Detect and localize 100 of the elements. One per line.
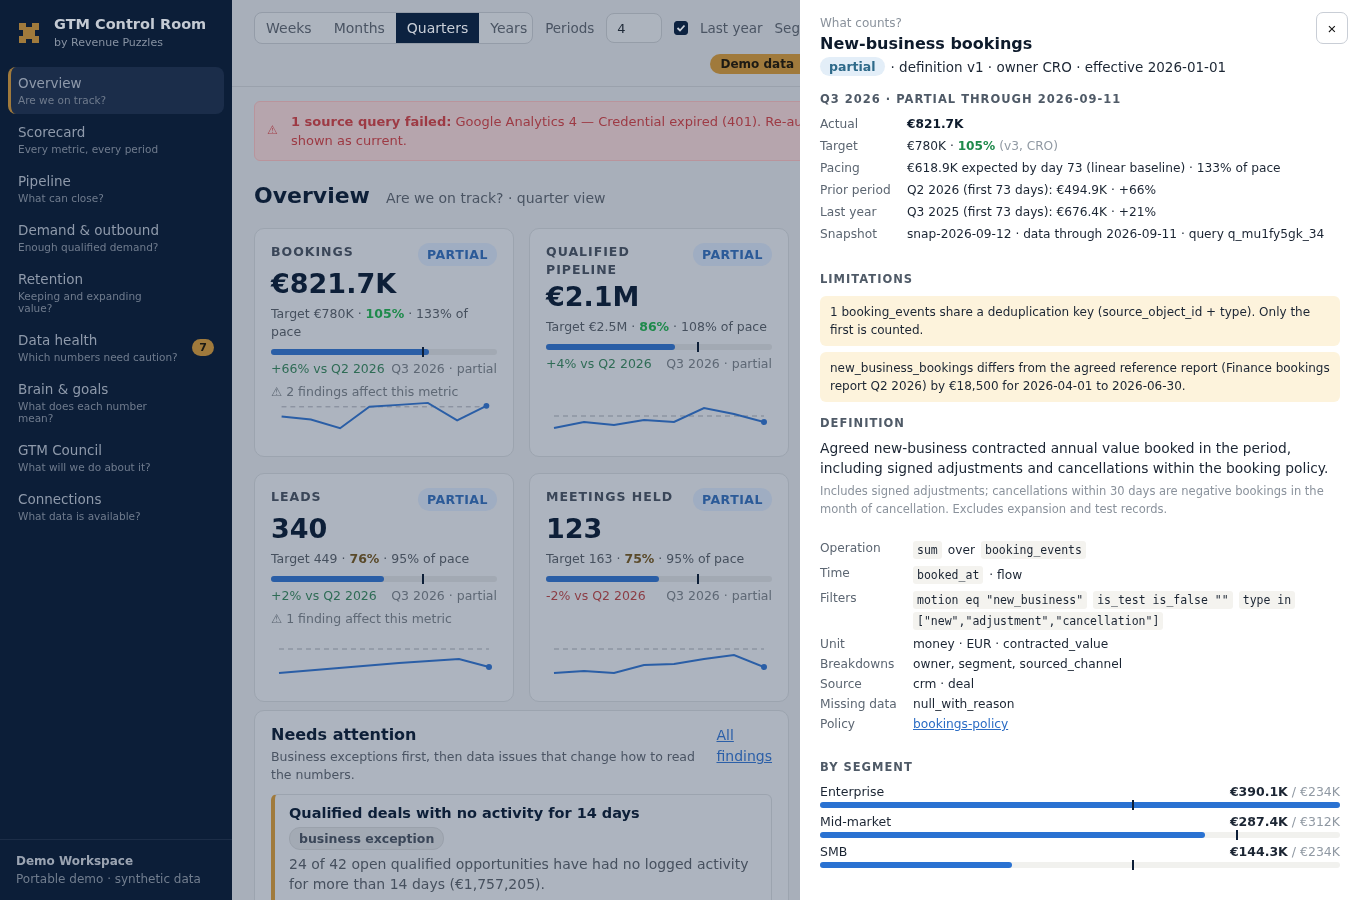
segment-name: Enterprise xyxy=(820,784,885,799)
nav-label: Brain & goals xyxy=(18,381,110,397)
fact-label: Prior period xyxy=(820,182,892,198)
fact-label: Pacing xyxy=(820,160,861,176)
definition-text: Agreed new-business contracted annual value booked in the period, including signed adjustments and cancellations within the booking policy. xyxy=(820,439,1330,478)
metric-label: QUALIFIED PIPELINE xyxy=(546,243,631,279)
segment-value: €390.1K / €234K xyxy=(1229,784,1340,799)
nav-item[interactable]: Brain & goals What does each number mean? xyxy=(8,373,224,432)
definition-label: Source xyxy=(820,676,863,692)
section-subtitle: Business exceptions first, then data issues that change how to read the numbers. xyxy=(271,748,696,784)
count-badge: 7 xyxy=(192,339,214,356)
nav-label: Connections xyxy=(18,491,103,507)
section-title: Needs attention xyxy=(271,725,418,744)
metric-value: €2.1M xyxy=(546,281,641,312)
definition-value: null_with_reason xyxy=(913,697,1015,711)
periods-field[interactable]: 4 xyxy=(606,13,663,43)
nav-subtitle: Which numbers need caution? xyxy=(18,351,178,363)
target-text: Target €780K · 105% · 133% of pace xyxy=(271,305,469,341)
nav-subtitle: What does each number mean? xyxy=(18,400,148,424)
nav-item[interactable]: Data health Which numbers need caution? 7 xyxy=(8,324,224,371)
nav-label: GTM Council xyxy=(18,442,103,458)
last-year-checkbox[interactable] xyxy=(674,21,688,35)
code-token: sum xyxy=(913,541,942,559)
finding-note: ⚠ 2 findings affect this metric xyxy=(271,383,460,399)
segment-value: €287.4K / €312K xyxy=(1229,814,1340,829)
finding-tag: business exception xyxy=(289,827,445,850)
code-token: booked_at xyxy=(913,566,984,584)
finding-text: 24 of 42 open qualified opportunities have had no logged activity for more than 14 days (€1,757,205). xyxy=(289,855,750,894)
definition-note: Includes signed adjustments; cancellations within 30 days are negative bookings in the month of cancellation. Excludes expansion and test records. xyxy=(820,483,1325,518)
policy-link[interactable]: bookings-policy xyxy=(913,717,1009,731)
metric-card[interactable]: LEADS PARTIAL 340 Target 449 · 76% · 95% of pace +2% vs Q2 2026 Q3 2026 · partial ⚠ 1 finding affect this metric xyxy=(254,473,514,702)
nav-item[interactable]: GTM Council What will we do about it? xyxy=(8,434,224,481)
definition-label: Time xyxy=(820,565,851,582)
status-badge: PARTIAL xyxy=(417,243,497,266)
drawer-eyebrow: What counts? xyxy=(820,16,902,30)
definition-label: Operation xyxy=(820,540,882,557)
definition-value: crm · deal xyxy=(913,677,975,691)
metric-card[interactable]: MEETINGS HELD PARTIAL 123 Target 163 · 75% · 95% of pace -2% vs Q2 2026 Q3 2026 · partial xyxy=(529,473,789,702)
code-token: motion eq "new_business" xyxy=(913,591,1088,609)
definition-label: Policy xyxy=(820,716,857,732)
nav-item[interactable]: Retention Keeping and expanding value? xyxy=(8,263,224,322)
periods-label: Periods xyxy=(545,20,595,36)
section-heading: LIMITATIONS xyxy=(820,272,915,286)
nav-item[interactable]: Connections What data is available? xyxy=(8,483,224,530)
granularity-tab[interactable]: Weeks xyxy=(255,13,323,43)
all-findings-link[interactable]: All findings xyxy=(716,725,772,784)
definition-meta: · definition v1 · owner CRO · effective 2026-01-01 xyxy=(890,58,1227,75)
fact-value: €821.7K xyxy=(907,116,965,132)
fact-label: Last year xyxy=(820,204,878,220)
definition-value: · flow xyxy=(989,568,1023,582)
puzzle-logo-icon xyxy=(18,20,40,45)
segment-label: Seg xyxy=(774,20,800,36)
demo-data-badge: Demo data xyxy=(710,54,800,74)
delta-text: -2% vs Q2 2026 xyxy=(546,588,646,603)
nav-label: Retention xyxy=(18,271,85,287)
fact-value: €618.9K expected by day 73 (linear baseline) · 133% of pace xyxy=(907,160,1282,176)
workspace-subtitle: Portable demo · synthetic data xyxy=(16,872,202,886)
metric-value: 123 xyxy=(546,513,604,544)
nav-label: Data health xyxy=(18,332,99,348)
fact-label: Snapshot xyxy=(820,226,878,242)
definition-label: Filters xyxy=(820,590,858,607)
app-subtitle: by Revenue Puzzles xyxy=(54,36,164,49)
definition-label: Breakdowns xyxy=(820,656,896,672)
fact-value: Q3 2025 (first 73 days): €676.4K · +21% xyxy=(907,204,1157,220)
delta-text: +2% vs Q2 2026 xyxy=(271,588,377,603)
app-title: GTM Control Room xyxy=(54,16,207,32)
granularity-tab[interactable]: Years xyxy=(479,13,533,43)
period-text: Q3 2026 · partial xyxy=(666,588,772,603)
fact-value: €780K · 105% (v3, CRO) xyxy=(907,138,1059,154)
page-subtitle: Are we on track? · quarter view xyxy=(385,190,606,206)
nav-subtitle: What can close? xyxy=(18,192,104,204)
nav-subtitle: Keeping and expanding value? xyxy=(18,290,143,314)
metric-value: €821.7K xyxy=(271,268,398,299)
target-text: Target €2.5M · 86% · 108% of pace xyxy=(546,318,768,336)
drawer-title: New-business bookings xyxy=(820,34,1034,53)
page-title: Overview xyxy=(254,183,370,208)
finding-title: Qualified deals with no activity for 14 days xyxy=(289,805,641,821)
status-badge: PARTIAL xyxy=(417,488,497,511)
fact-label: Target xyxy=(820,138,859,154)
metric-value: 340 xyxy=(271,513,329,544)
segment-name: Mid-market xyxy=(820,814,892,829)
finding-card[interactable]: Qualified deals with no activity for 14 days business exception 24 of 42 open qualified opportunities have had no logged activity for more than 14 days (€1,757,205). xyxy=(271,794,772,900)
granularity-tab[interactable]: Quarters xyxy=(395,13,480,43)
nav-item[interactable]: Overview Are we on track? xyxy=(8,67,224,114)
limitation-note: new_business_bookings differs from the agreed reference report (Finance bookings report Q2 2026) by €18,500 for 2026-04-01 to 2026-06-30. xyxy=(820,352,1340,402)
nav-subtitle: Enough qualified demand? xyxy=(18,241,159,253)
granularity-tab[interactable]: Months xyxy=(322,13,396,43)
workspace-name: Demo Workspace xyxy=(16,854,135,868)
nav-subtitle: Are we on track? xyxy=(18,94,107,106)
nav-item[interactable]: Scorecard Every metric, every period xyxy=(8,116,224,163)
definition-label: Unit xyxy=(820,636,846,652)
status-badge: PARTIAL xyxy=(692,488,772,511)
metric-card[interactable]: QUALIFIED PIPELINE PARTIAL €2.1M Target €2.5M · 86% · 108% of pace +4% vs Q2 2026 Q3 2026 · partial xyxy=(529,228,789,457)
metric-card[interactable]: BOOKINGS PARTIAL €821.7K Target €780K · 105% · 133% of pace +66% vs Q2 2026 Q3 2026 · partial ⚠ 2 findings affect this metric xyxy=(254,228,514,457)
nav-subtitle: What will we do about it? xyxy=(18,461,151,473)
delta-text: +4% vs Q2 2026 xyxy=(546,356,652,371)
nav-item[interactable]: Pipeline What can close? xyxy=(8,165,224,212)
nav-label: Pipeline xyxy=(18,173,72,189)
nav-item[interactable]: Demand & outbound Enough qualified demand? xyxy=(8,214,224,261)
close-button[interactable]: × xyxy=(1316,12,1348,44)
